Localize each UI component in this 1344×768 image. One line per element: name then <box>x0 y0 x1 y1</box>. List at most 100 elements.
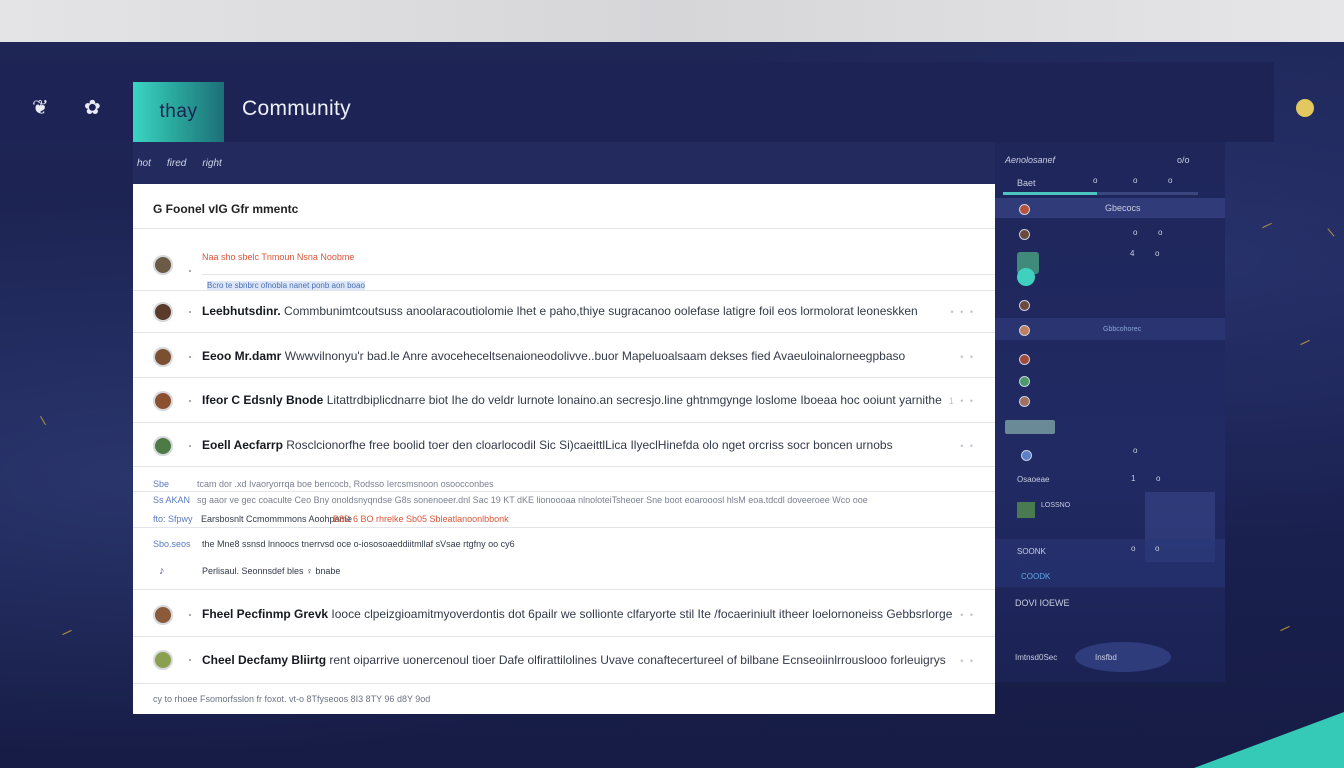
notice-line[interactable]: Earsbosnlt Ccmommmons Aoohpame <box>201 514 352 524</box>
sidebar-mark: 1 <box>1131 474 1136 483</box>
avatar[interactable] <box>1019 325 1030 336</box>
thread-author[interactable]: Ifeor C Edsnly Bnode <box>202 393 323 407</box>
divider <box>133 491 995 492</box>
avatar[interactable] <box>153 650 173 670</box>
thread-excerpt: Wwwvilnonyu'r bad.le Anre avoceheceltsen… <box>284 349 906 363</box>
sidebar-mark: o <box>1133 228 1138 237</box>
thread-author[interactable]: Leebhutsdinr. <box>202 304 281 318</box>
sidebar-row-label[interactable]: DOVI IOEWE <box>1015 598 1070 608</box>
forum-tabs: hot fired right <box>133 142 995 184</box>
sidebar-mark: o <box>1158 228 1163 237</box>
avatar[interactable] <box>1019 354 1030 365</box>
thread-row[interactable]: Cheel Decfamy Bliirtg rent oiparrive uon… <box>202 653 946 667</box>
sidebar-row-label[interactable]: Gbbcohorec <box>1103 326 1141 333</box>
top-backdrop <box>0 0 1344 42</box>
sidebar-row-label[interactable]: SOONK <box>1017 547 1046 556</box>
thread-author[interactable]: Eoell Aecfarrp <box>202 438 283 452</box>
divider <box>133 332 995 333</box>
thread-meta: • • • <box>950 307 975 317</box>
tab-hot[interactable]: hot <box>137 158 151 169</box>
sidebar-footer-left[interactable]: Imtnsd0Sec <box>1015 653 1057 662</box>
divider <box>133 466 995 467</box>
thread-meta: • • <box>960 656 975 666</box>
sidebar-mark: o <box>1168 176 1173 185</box>
notice-tag: Sbo.seos <box>153 539 191 549</box>
notice-tag: Ss AKAN <box>153 495 191 505</box>
avatar[interactable] <box>1019 396 1030 407</box>
divider <box>133 636 995 637</box>
bullet <box>189 614 191 616</box>
divider <box>202 274 995 275</box>
sidebar-footer-right[interactable]: Insfbd <box>1095 653 1117 662</box>
page-title: Community <box>242 97 351 120</box>
bullet <box>189 400 191 402</box>
thumbnail-image[interactable] <box>1017 502 1035 518</box>
right-sidebar: Aenolosanef o/o Baet o o o Gbecocs o o 4… <box>995 142 1225 682</box>
thread-author[interactable]: Eeoo Mr.damr <box>202 349 281 363</box>
thread-row[interactable]: Fheel Pecfinmp Grevk Iooce clpeizgioamit… <box>202 607 952 621</box>
notice-tag: fto: Sfpwy <box>153 514 193 524</box>
thread-meta: • • <box>960 352 975 362</box>
avatar[interactable] <box>153 605 173 625</box>
thread-row[interactable]: Leebhutsdinr. Commbunimtcoutsuss anoolar… <box>202 304 918 318</box>
featured-headline[interactable]: Naa sho sbelc Tnmoun Nsna Noobme <box>202 252 354 262</box>
sidebar-row-label[interactable]: Baet <box>1017 178 1036 188</box>
avatar[interactable] <box>153 302 173 322</box>
bullet <box>189 356 191 358</box>
panel-footer: cy to rhoee Fsomorfsslon fr foxot. vt-o … <box>153 694 431 704</box>
avatar[interactable] <box>1019 300 1030 311</box>
divider <box>133 589 995 590</box>
avatar[interactable] <box>1021 450 1032 461</box>
notice-line: the Mne8 ssnsd lnnoocs tnerrvsd oce o-io… <box>202 539 515 549</box>
thread-row[interactable]: Eoell Aecfarrp Rosclcionorfhe free booli… <box>202 438 893 452</box>
bullet <box>189 270 191 272</box>
avatar[interactable] <box>153 347 173 367</box>
brand-label: thay <box>159 101 198 122</box>
thread-author[interactable]: Fheel Pecfinmp Grevk <box>202 607 328 621</box>
avatar[interactable] <box>1019 204 1030 215</box>
featured-tags[interactable]: Bcro te sbnbrc ofnobla nanet ponb aon bo… <box>207 281 365 290</box>
sidebar-mark: o <box>1133 176 1138 185</box>
brand-logo[interactable]: thay <box>133 82 224 142</box>
tab-right[interactable]: right <box>202 158 221 169</box>
sidebar-mark: o <box>1133 446 1138 455</box>
thread-excerpt: Commbunimtcoutsuss anoolaracoutiolomie l… <box>284 304 918 318</box>
avatar[interactable] <box>153 391 173 411</box>
notice-link[interactable]: B8D 6 BO rhrelke Sb05 Sbleatlanoonlbbonk <box>333 514 509 524</box>
thread-meta: • • <box>960 441 975 451</box>
thread-excerpt: Rosclcionorfhe free boolid toer den cloa… <box>286 438 893 452</box>
sidebar-row-label[interactable]: Gbecocs <box>1105 203 1141 213</box>
avatar[interactable] <box>1019 229 1030 240</box>
online-badge <box>1017 268 1035 286</box>
thread-meta: • • <box>960 610 975 620</box>
paw-icon[interactable]: ✿ <box>84 98 101 118</box>
avatar[interactable] <box>153 436 173 456</box>
pin-icon: ♪ <box>159 565 165 577</box>
bullet <box>189 445 191 447</box>
sidebar-header: Aenolosanef <box>1005 155 1056 165</box>
sidebar-mark: o <box>1155 544 1160 553</box>
divider <box>133 290 995 291</box>
leaf-icon[interactable]: ❦ <box>32 98 49 118</box>
divider <box>133 377 995 378</box>
thumbnail-image[interactable] <box>1005 420 1055 434</box>
tab-fired[interactable]: fired <box>167 158 186 169</box>
sidebar-progress <box>1003 192 1198 195</box>
notice-line: tcam dor .xd Ivaoryorrqa boe bencocb, Ro… <box>197 479 494 489</box>
avatar[interactable] <box>153 255 173 275</box>
status-indicator[interactable] <box>1296 99 1314 117</box>
sidebar-row-label[interactable]: LOSSNO <box>1041 502 1070 509</box>
sidebar-link[interactable]: COODK <box>1021 572 1050 581</box>
thread-row[interactable]: Eeoo Mr.damr Wwwvilnonyu'r bad.le Anre a… <box>202 349 905 363</box>
decorative-blob <box>1075 642 1171 672</box>
thread-author[interactable]: Cheel Decfamy Bliirtg <box>202 653 326 667</box>
sidebar-progress-fill <box>1003 192 1097 195</box>
sidebar-row-label[interactable]: Osaoeae <box>1017 475 1049 484</box>
avatar[interactable] <box>1019 376 1030 387</box>
notice-line[interactable]: Perlisaul. Seonnsdef bles ♀ bnabe <box>202 566 340 576</box>
thread-row[interactable]: Ifeor C Edsnly Bnode Litattrdbiplicdnarr… <box>202 393 942 407</box>
bullet <box>189 659 191 661</box>
divider <box>133 228 995 229</box>
sidebar-header-count: o/o <box>1177 155 1190 165</box>
sidebar-mark: o <box>1131 544 1136 553</box>
